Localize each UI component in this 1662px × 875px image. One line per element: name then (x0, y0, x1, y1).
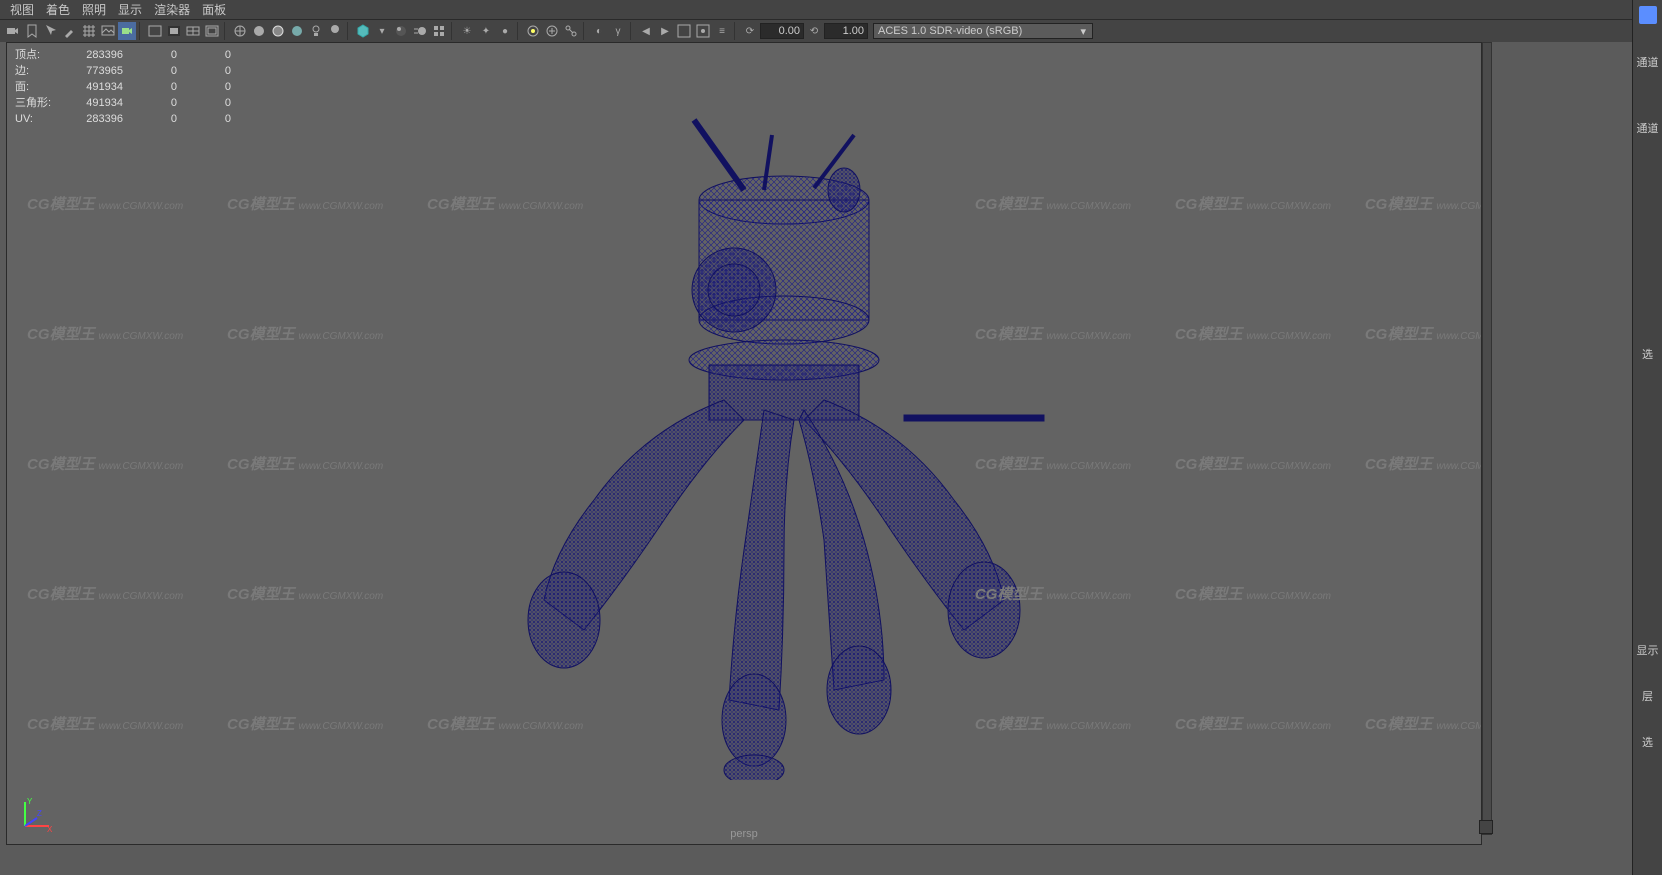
stat-val-faces: 491934 (67, 79, 123, 95)
xray-joints-icon[interactable] (562, 22, 580, 40)
stat-label-edges: 边: (15, 63, 67, 79)
rp-channels[interactable]: 通道 (1637, 120, 1659, 136)
rp-select[interactable]: 选 (1642, 346, 1653, 362)
rp-layer[interactable]: 层 (1642, 688, 1653, 704)
menu-shading[interactable]: 着色 (46, 1, 70, 18)
menu-lighting[interactable]: 照明 (82, 1, 106, 18)
shadow-icon[interactable] (326, 22, 344, 40)
wireframe-icon[interactable] (231, 22, 249, 40)
scrollbar-vertical[interactable] (1482, 42, 1492, 835)
stat-label-uv: UV: (15, 111, 67, 127)
mesh-wireframe-display (384, 80, 1104, 780)
stat-val-tris: 491934 (67, 95, 123, 111)
nav-fwd-icon[interactable]: ▶ (656, 22, 674, 40)
svg-text:X: X (47, 825, 53, 834)
stat-val-verts: 283396 (67, 47, 123, 63)
frame-all-icon[interactable] (675, 22, 693, 40)
maya-logo-icon (1639, 6, 1657, 24)
colorspace-dropdown[interactable]: ACES 1.0 SDR-video (sRGB) (873, 23, 1093, 39)
rp-top[interactable]: 通道 (1637, 54, 1659, 70)
camera-attr-icon[interactable]: ≡ (713, 22, 731, 40)
grid-icon[interactable] (80, 22, 98, 40)
stat-val-edges: 773965 (67, 63, 123, 79)
film-gate-icon[interactable] (184, 22, 202, 40)
gamma-icon[interactable]: γ (609, 22, 627, 40)
ao-icon[interactable] (392, 22, 410, 40)
lightbulb-icon[interactable]: ☀ (458, 22, 476, 40)
cube-icon[interactable] (354, 22, 372, 40)
stat-label-verts: 顶点: (15, 47, 67, 63)
gate-mask-icon[interactable] (165, 22, 183, 40)
svg-text:Y: Y (27, 797, 33, 806)
stat-label-tris: 三角形: (15, 95, 67, 111)
exposure-input[interactable] (760, 23, 804, 39)
shaded-wire-icon[interactable] (269, 22, 287, 40)
textured-icon[interactable] (288, 22, 306, 40)
resolution-gate-icon[interactable] (146, 22, 164, 40)
shaded-icon[interactable] (250, 22, 268, 40)
channel-box-strip: 通道 通道 选 显示 层 选 (1632, 0, 1662, 875)
image-plane-icon[interactable] (99, 22, 117, 40)
nav-back-icon[interactable]: ◀ (637, 22, 655, 40)
rp-display[interactable]: 显示 (1637, 642, 1659, 658)
bookmark-icon[interactable] (23, 22, 41, 40)
pointer-icon[interactable] (42, 22, 60, 40)
viewport-toolbar: ▾ ☀ ✦ ● ◐ γ ◀ ▶ ≡ ⟳ ⟲ ACES 1.0 SDR-video… (0, 20, 1662, 42)
svg-text:Z: Z (37, 809, 42, 818)
msaa-icon[interactable] (430, 22, 448, 40)
menu-bar: 视图 着色 照明 显示 渲染器 面板 (0, 0, 1662, 20)
menu-display[interactable]: 显示 (118, 1, 142, 18)
rp-ext[interactable]: 选 (1642, 734, 1653, 750)
stat-val-uv: 283396 (67, 111, 123, 127)
polycount-hud: 顶点:28339600 边:77396500 面:49193400 三角形:49… (15, 47, 231, 127)
isolate-icon[interactable] (524, 22, 542, 40)
exposure-icon[interactable]: ◐ (590, 22, 608, 40)
use-lights-icon[interactable] (307, 22, 325, 40)
gamma-input[interactable] (824, 23, 868, 39)
reset-icon[interactable]: ⟲ (805, 22, 823, 40)
3d-viewport[interactable]: 顶点:28339600 边:77396500 面:49193400 三角形:49… (6, 42, 1482, 845)
safe-action-icon[interactable] (203, 22, 221, 40)
stat-label-faces: 面: (15, 79, 67, 95)
select-camera-icon[interactable] (118, 22, 136, 40)
motion-blur-icon[interactable] (411, 22, 429, 40)
picker-icon[interactable] (61, 22, 79, 40)
triangle-icon[interactable]: ▾ (373, 22, 391, 40)
axis-gizmo[interactable]: Y X Z (17, 794, 57, 834)
refresh-icon[interactable]: ⟳ (741, 22, 759, 40)
flat-light-icon[interactable]: ● (496, 22, 514, 40)
camera-icon[interactable] (4, 22, 22, 40)
menu-renderer[interactable]: 渲染器 (154, 1, 190, 18)
menu-panels[interactable]: 面板 (202, 1, 226, 18)
menu-view[interactable]: 视图 (10, 1, 34, 18)
xray-icon[interactable] (543, 22, 561, 40)
camera-name-label: persp (730, 828, 758, 840)
no-light-icon[interactable]: ✦ (477, 22, 495, 40)
frame-sel-icon[interactable] (694, 22, 712, 40)
